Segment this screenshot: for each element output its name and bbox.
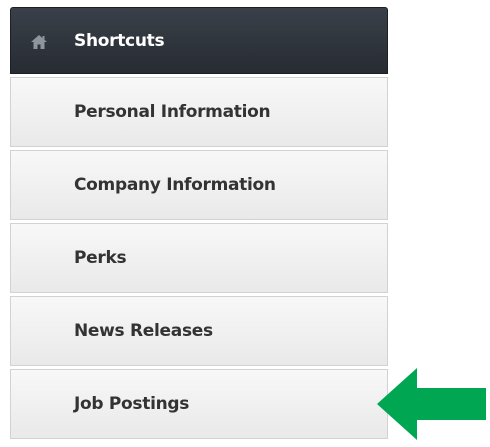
shortcuts-header[interactable]: Shortcuts <box>10 7 388 74</box>
shortcut-item-perks[interactable]: Perks <box>10 223 388 293</box>
shortcut-item-personal-information[interactable]: Personal Information <box>10 77 388 147</box>
green-arrow-icon <box>377 368 486 440</box>
shortcut-item-label: Job Postings <box>74 394 190 414</box>
shortcut-item-job-postings[interactable]: Job Postings <box>10 369 388 439</box>
shortcut-item-company-information[interactable]: Company Information <box>10 150 388 220</box>
shortcuts-header-label: Shortcuts <box>74 30 165 51</box>
shortcut-item-label: News Releases <box>74 321 213 341</box>
home-icon <box>31 35 47 49</box>
shortcut-item-label: Company Information <box>74 175 276 195</box>
shortcuts-menu: Shortcuts Personal Information Company I… <box>10 7 388 439</box>
shortcut-item-label: Perks <box>74 248 127 268</box>
shortcut-item-label: Personal Information <box>74 102 271 122</box>
shortcut-item-news-releases[interactable]: News Releases <box>10 296 388 366</box>
